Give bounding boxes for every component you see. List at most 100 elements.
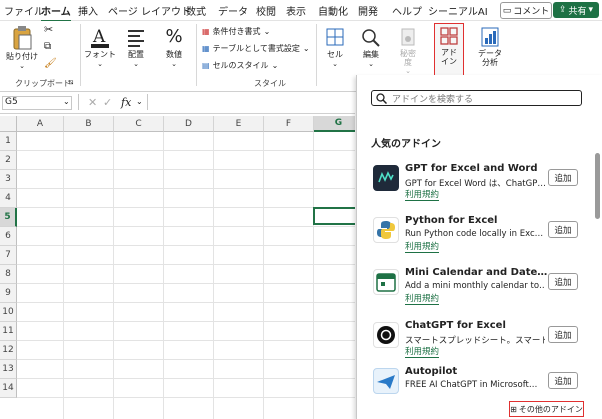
- gridline: [17, 207, 355, 208]
- tab-file[interactable]: ファイル: [4, 3, 44, 18]
- row-header[interactable]: 9: [0, 284, 17, 303]
- add-button[interactable]: 追加: [548, 326, 578, 343]
- percent-icon: %: [165, 26, 183, 47]
- divider: [80, 24, 81, 86]
- tab-home[interactable]: ホーム: [41, 3, 71, 22]
- paste-button[interactable]: 貼り付け ⌄: [6, 25, 38, 70]
- tab-review[interactable]: 校閲: [256, 3, 276, 18]
- divider: [147, 94, 148, 110]
- tab-view[interactable]: 表示: [286, 3, 306, 18]
- chevron-down-icon: ⌄: [302, 44, 310, 53]
- row-header[interactable]: 6: [0, 227, 17, 246]
- row-header[interactable]: 2: [0, 151, 17, 170]
- format-painter-icon[interactable]: 🖌: [44, 58, 57, 69]
- column-header[interactable]: G: [314, 116, 355, 132]
- add-button[interactable]: 追加: [548, 221, 578, 238]
- row-header[interactable]: 13: [0, 360, 17, 379]
- addins-button[interactable]: アド イン: [434, 23, 464, 77]
- data-analysis-button[interactable]: データ 分析: [474, 25, 506, 67]
- insert-function-icon[interactable]: fx: [121, 96, 131, 109]
- row-header[interactable]: 7: [0, 246, 17, 265]
- addin-item[interactable]: GPT for Excel and Word GPT for Excel Wor…: [369, 163, 584, 215]
- gridline: [17, 245, 355, 246]
- column-header[interactable]: D: [164, 116, 214, 132]
- addin-description: GPT for Excel Word は、ChatGP…: [405, 179, 545, 189]
- tab-ai[interactable]: シーニアルAI: [428, 3, 488, 18]
- tab-formulas[interactable]: 数式: [186, 3, 206, 18]
- column-header[interactable]: E: [214, 116, 264, 132]
- editing-button[interactable]: 編集 ⌄: [356, 25, 386, 68]
- tab-page-layout[interactable]: ページ レイアウト: [108, 3, 191, 18]
- more-addins-button[interactable]: ⊞ その他のアドイン: [509, 401, 584, 417]
- conditional-format-button[interactable]: ▦ 条件付き書式 ⌄: [202, 26, 270, 37]
- chevron-down-icon[interactable]: ⌄: [63, 97, 70, 106]
- select-all-button[interactable]: [0, 116, 17, 132]
- row-header[interactable]: 5: [0, 208, 17, 227]
- row-header[interactable]: 10: [0, 303, 17, 322]
- column-header[interactable]: A: [17, 116, 64, 132]
- gridline: [213, 132, 214, 419]
- add-button[interactable]: 追加: [548, 169, 578, 186]
- alignment-button[interactable]: 配置 ⌄: [120, 25, 152, 68]
- addin-item[interactable]: ChatGPT for Excel スマートスプレッドシート。スマートな決断。 …: [369, 320, 584, 372]
- chevron-down-icon: ⌄: [263, 27, 271, 36]
- tab-developer[interactable]: 開発: [358, 3, 378, 18]
- row-header[interactable]: 4: [0, 189, 17, 208]
- tab-automate[interactable]: 自動化: [318, 3, 348, 18]
- terms-link[interactable]: 利用規約: [405, 294, 440, 305]
- copy-icon[interactable]: ⧉: [44, 41, 51, 52]
- chevron-down-icon: ⌄: [368, 60, 374, 68]
- tab-help[interactable]: ヘルプ: [392, 3, 422, 18]
- gridline: [63, 132, 64, 419]
- font-color-icon: A: [91, 27, 109, 48]
- share-button[interactable]: ⇪ 共有 ▾: [553, 2, 599, 18]
- autopilot-icon: [373, 368, 399, 394]
- add-button[interactable]: 追加: [548, 372, 578, 389]
- add-button[interactable]: 追加: [548, 273, 578, 290]
- row-header[interactable]: 1: [0, 132, 17, 151]
- terms-link[interactable]: 利用規約: [405, 242, 440, 253]
- addin-item[interactable]: Mini Calendar and Date… Add a mini month…: [369, 267, 584, 319]
- scrollbar[interactable]: [595, 119, 600, 419]
- font-button[interactable]: A フォント ⌄: [84, 25, 116, 68]
- addin-name: Python for Excel: [405, 215, 498, 226]
- gridline: [17, 340, 355, 341]
- dialog-launcher-icon[interactable]: ⧅: [69, 78, 73, 87]
- terms-link[interactable]: 利用規約: [405, 347, 440, 358]
- scrollbar-thumb[interactable]: [595, 153, 600, 219]
- selected-cell-g5[interactable]: [313, 207, 355, 225]
- check-icon[interactable]: ✓: [103, 96, 112, 109]
- row-header[interactable]: 14: [0, 379, 17, 398]
- row-header[interactable]: 11: [0, 322, 17, 341]
- cut-icon[interactable]: ✂: [44, 23, 53, 36]
- tab-data[interactable]: データ: [218, 3, 248, 18]
- row-header[interactable]: 8: [0, 265, 17, 284]
- search-input[interactable]: アドインを検索する: [371, 90, 582, 106]
- row-header[interactable]: 3: [0, 170, 17, 189]
- cell-styles-icon: ▤: [202, 61, 210, 70]
- spreadsheet-grid[interactable]: A B C D E F G 1 2 3 4 5 6 7 8 9 10 11 12…: [0, 116, 355, 419]
- formula-input[interactable]: [149, 94, 354, 110]
- number-button[interactable]: % 数値 ⌄: [158, 25, 190, 68]
- addin-item[interactable]: Python for Excel Run Python code locally…: [369, 215, 584, 267]
- tab-insert[interactable]: 挿入: [78, 3, 98, 18]
- column-header[interactable]: C: [114, 116, 164, 132]
- cancel-icon[interactable]: ✕: [88, 96, 97, 109]
- chevron-down-icon[interactable]: ⌄: [136, 97, 143, 106]
- gridline: [17, 283, 355, 284]
- cells-button[interactable]: セル ⌄: [320, 25, 350, 68]
- cell-styles-button[interactable]: ▤ セルのスタイル ⌄: [202, 60, 278, 71]
- column-header[interactable]: F: [264, 116, 314, 132]
- name-box[interactable]: G5: [2, 96, 72, 110]
- divider: [78, 94, 79, 110]
- python-icon: [373, 217, 399, 243]
- gridline: [17, 378, 355, 379]
- sensitivity-button[interactable]: 秘密 度 ⌄: [393, 25, 423, 75]
- comment-button[interactable]: ▭ コメント: [500, 2, 552, 19]
- column-header[interactable]: B: [64, 116, 114, 132]
- search-icon: [362, 29, 380, 47]
- table-icon: ▦: [202, 44, 210, 53]
- row-header[interactable]: 12: [0, 341, 17, 360]
- terms-link[interactable]: 利用規約: [405, 190, 440, 201]
- format-as-table-button[interactable]: ▦ テーブルとして書式設定 ⌄: [202, 43, 310, 54]
